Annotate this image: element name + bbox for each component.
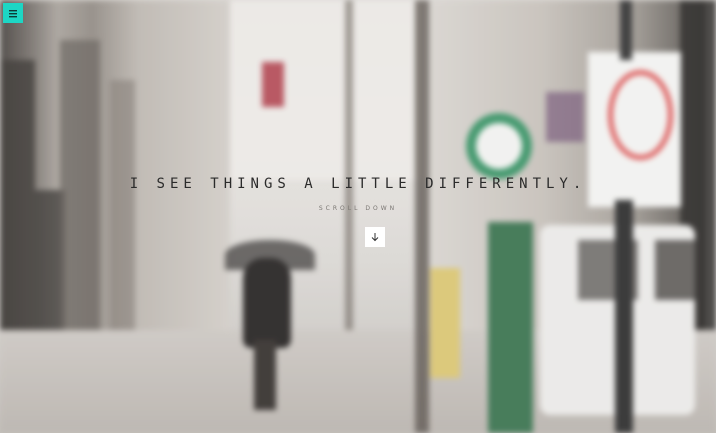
hero-tagline: I SEE THINGS A LITTLE DIFFERENTLY. [129, 176, 587, 192]
photo-overlay [0, 0, 716, 433]
scroll-down-label[interactable]: SCROLL DOWN [0, 205, 716, 212]
arrow-down-icon [371, 233, 379, 242]
menu-button[interactable] [3, 3, 23, 23]
hamburger-menu-icon [9, 9, 17, 17]
scroll-down-button[interactable] [365, 227, 385, 247]
hero-section: I SEE THINGS A LITTLE DIFFERENTLY. SCROL… [0, 0, 716, 433]
